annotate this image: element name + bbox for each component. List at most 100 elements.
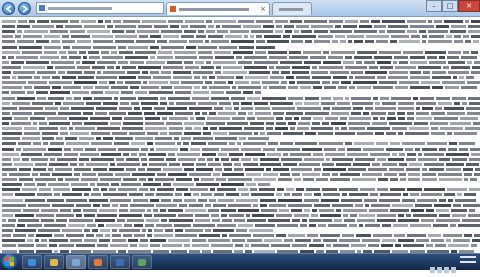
taskbar-clock[interactable] [460,256,476,266]
illegible-word [376,142,388,146]
illegible-word [22,137,40,141]
maximize-button[interactable]: □ [442,0,458,12]
taskbar-app-button[interactable] [88,255,108,269]
taskbar-app-button[interactable] [132,255,152,269]
close-button[interactable]: ✕ [458,0,480,12]
illegible-word [135,137,153,141]
illegible-word [377,218,396,222]
taskbar-app-button[interactable] [110,255,130,269]
illegible-word [352,101,373,105]
illegible-word [389,122,412,125]
folder-icon [50,259,58,266]
illegible-word [431,132,445,136]
illegible-word [162,116,167,120]
illegible-word [111,50,117,54]
illegible-word [452,213,466,217]
system-tray[interactable] [428,258,456,273]
illegible-word [221,213,227,217]
illegible-word [403,244,424,248]
illegible-word [236,229,247,233]
tab-active[interactable]: × [166,2,270,15]
illegible-word [284,239,293,243]
illegible-word [195,60,204,64]
illegible-word [74,173,80,176]
illegible-word [62,76,76,80]
illegible-word [253,203,258,207]
illegible-word [91,132,110,136]
illegible-word [12,111,32,115]
illegible-word [65,25,82,29]
address-bar[interactable] [36,2,164,14]
illegible-word [398,239,414,243]
taskbar-app-button[interactable] [66,255,86,269]
illegible-word [398,106,414,110]
illegible-word [147,142,153,146]
tab-inactive[interactable] [272,2,312,15]
illegible-word [276,116,283,120]
illegible-word [373,86,393,90]
taskbar-app-button[interactable] [44,255,64,269]
illegible-word [428,20,432,23]
illegible-word [428,30,448,34]
illegible-word [160,96,166,100]
illegible-word [474,173,480,176]
illegible-word [471,152,480,156]
illegible-word [138,167,145,171]
illegible-word [69,55,81,59]
illegible-word [448,147,457,151]
illegible-word [238,111,246,115]
illegible-word [340,173,360,176]
illegible-word [79,137,94,141]
illegible-word [161,218,167,222]
illegible-word [255,91,261,95]
illegible-word [431,127,438,131]
illegible-word [91,193,101,197]
illegible-word [115,40,134,44]
illegible-word [24,183,35,187]
illegible-word [225,106,232,110]
windows-start-button[interactable] [2,254,17,269]
illegible-word [81,178,98,182]
illegible-word [279,208,289,212]
illegible-word [376,40,388,44]
illegible-word [100,229,110,233]
tray-icon[interactable] [437,267,442,273]
illegible-word [97,71,101,74]
tab-close-icon[interactable]: × [260,5,266,13]
illegible-word [278,178,292,182]
chrome-icon [138,259,146,266]
illegible-word [379,198,400,202]
illegible-word [262,81,279,85]
illegible-word [2,111,10,115]
illegible-word [169,127,183,131]
illegible-word [112,116,122,120]
illegible-word [210,188,215,192]
illegible-word [144,111,155,115]
illegible-word [223,65,242,69]
tray-icon[interactable] [451,267,456,273]
illegible-word [51,60,74,64]
illegible-word [222,25,241,29]
illegible-word [436,96,450,100]
illegible-word [103,193,127,197]
illegible-word [70,30,85,34]
illegible-word [354,142,374,146]
tray-icon[interactable] [444,267,449,273]
illegible-word [150,239,166,243]
illegible-word [377,157,386,161]
illegible-word [372,162,380,166]
illegible-word [377,188,388,192]
illegible-word [292,65,310,69]
illegible-word [407,116,414,120]
illegible-word [243,162,258,166]
illegible-word [276,234,286,238]
illegible-word [207,157,213,161]
illegible-word [155,142,175,146]
tray-icon[interactable] [430,267,435,273]
illegible-word [342,193,347,197]
illegible-word [100,178,121,182]
forward-button[interactable] [18,2,31,15]
taskbar-app-button[interactable] [22,255,42,269]
minimize-button[interactable]: – [426,0,442,12]
back-button[interactable] [2,2,15,15]
